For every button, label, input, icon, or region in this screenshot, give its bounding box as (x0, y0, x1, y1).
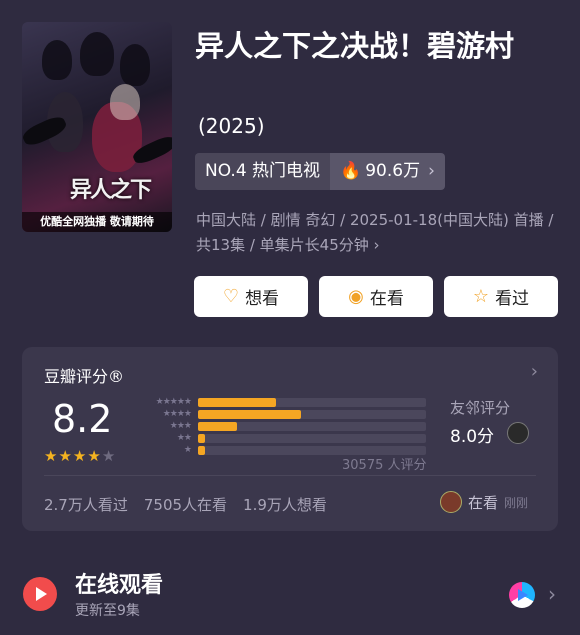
bar-stars-label: ★★★ (169, 421, 192, 431)
activity-time: 刚刚 (504, 495, 529, 510)
watch-stats: 2.7万人看过 7505人在看 1.9万人想看 (44, 494, 327, 515)
bar-fill (198, 433, 205, 443)
poster-figure (42, 40, 72, 80)
activity-label: 在看 (468, 493, 499, 512)
friend-activity[interactable]: 在看 刚刚 (440, 491, 528, 513)
online-watch-title[interactable]: 在线观看 (75, 567, 163, 599)
rating-bar-row: ★★★ (136, 421, 426, 431)
watching-count[interactable]: 7505人在看 (144, 494, 227, 515)
bar-fill (198, 445, 205, 455)
rank-label[interactable]: NO.4 热门电视 (195, 153, 331, 190)
play-icon[interactable] (23, 577, 57, 611)
watched-count[interactable]: 2.7万人看过 (44, 494, 128, 515)
poster-image[interactable]: 异人之下 优酷全网独播 敬请期待 (22, 22, 172, 232)
rating-bar-row: ★★★★ (136, 409, 426, 419)
rating-card[interactable]: 豆瓣评分® › 8.2 ★★★★★ ★★★★★ ★★★★ ★★★ ★★ ★ 30… (22, 347, 558, 531)
heat-label[interactable]: 🔥 90.6万 › (330, 153, 445, 190)
star-icon: ★ (58, 447, 73, 465)
star-icon: ★ (101, 447, 117, 465)
poster-figure (80, 32, 114, 76)
star-icon: ★ (44, 447, 59, 465)
star-icon: ★ (72, 447, 88, 465)
rating-score: 8.2 (52, 397, 113, 441)
want-count[interactable]: 1.9万人想看 (243, 494, 327, 515)
bar-track (198, 433, 426, 443)
poster-logo: 异人之下 (70, 178, 152, 203)
poster-figure (110, 84, 140, 120)
chevron-right-icon[interactable]: › (531, 361, 538, 382)
friend-rating-label: 友邻评分 (450, 399, 511, 417)
release-year: (2025) (198, 114, 265, 138)
watched-label: 看过 (495, 289, 530, 309)
poster-figure (120, 44, 150, 86)
youku-icon[interactable] (509, 582, 535, 608)
flame-icon: 🔥 (340, 161, 362, 181)
rating-bar-row: ★★★★★ (136, 397, 426, 407)
avatar (440, 491, 462, 513)
watching-button[interactable]: ◉ 在看 (319, 276, 433, 317)
bar-stars-label: ★★★★★ (155, 397, 192, 407)
rating-stars: ★★★★★ (44, 447, 116, 465)
rating-bar-row: ★★ (136, 433, 426, 443)
show-meta[interactable]: 中国大陆 / 剧情 奇幻 / 2025-01-18(中国大陆) 首播 / 共13… (196, 208, 566, 258)
page-title: 异人之下之决战！碧游村 (195, 29, 515, 63)
heat-value: 90.6万 (365, 161, 421, 181)
watching-label: 在看 (369, 289, 404, 309)
bar-stars-label: ★ (183, 445, 192, 455)
divider (44, 475, 536, 476)
star-icon: ★ (87, 447, 102, 465)
chevron-right-icon: › (368, 236, 380, 254)
heart-plus-icon: ♡ (222, 286, 240, 307)
want-to-watch-button[interactable]: ♡ 想看 (194, 276, 308, 317)
online-watch-subtitle: 更新至9集 (75, 603, 140, 619)
bar-fill (198, 409, 301, 419)
avatar[interactable] (507, 422, 529, 444)
target-icon: ◉ (348, 286, 364, 307)
rating-count: 30575 人评分 (342, 458, 427, 473)
bar-stars-label: ★★★★ (162, 409, 192, 419)
chevron-right-icon[interactable]: › (548, 582, 556, 606)
want-to-watch-label: 想看 (245, 289, 280, 309)
watched-button[interactable]: ☆ 看过 (444, 276, 558, 317)
bar-track (198, 421, 426, 431)
chevron-right-icon: › (428, 161, 435, 181)
friend-rating-score: 8.0分 (450, 427, 495, 447)
bar-fill (198, 421, 237, 431)
star-icon: ☆ (472, 286, 490, 307)
rating-title: 豆瓣评分® (44, 367, 125, 386)
rank-badge[interactable]: NO.4 热门电视 🔥 90.6万 › (195, 153, 445, 190)
bar-fill (198, 397, 276, 407)
bar-stars-label: ★★ (176, 433, 192, 443)
bar-track (198, 397, 426, 407)
bar-track (198, 409, 426, 419)
poster-badge: 优酷全网独播 敬请期待 (22, 212, 172, 232)
